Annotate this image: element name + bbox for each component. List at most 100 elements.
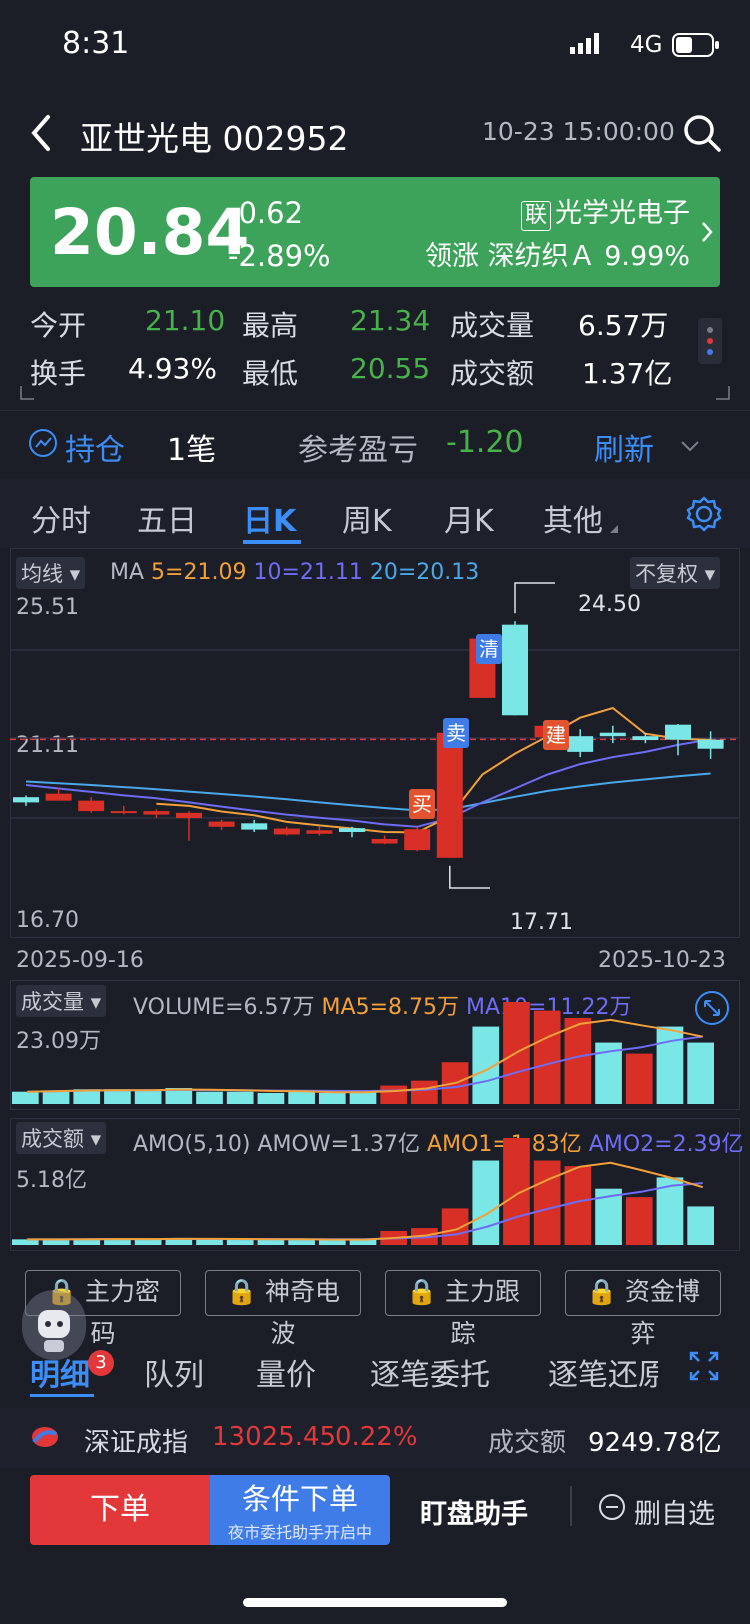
detail-badge: 3	[88, 1350, 114, 1376]
change-percent: -2.89%	[228, 239, 331, 273]
volume-bar	[196, 1091, 223, 1104]
index-amt-label: 成交额	[488, 1428, 567, 1458]
conditional-order-button[interactable]: 条件下单 夜市委托助手开启中	[210, 1475, 390, 1545]
amount-bar	[503, 1138, 530, 1245]
leader-percent: 9.99%	[604, 241, 690, 272]
change-value: -0.62	[228, 196, 304, 230]
amount-bar	[226, 1239, 254, 1245]
stat-vol-label: 成交量	[450, 309, 535, 342]
tab-daily-k[interactable]: 日K	[243, 496, 296, 540]
stat-amt-label: 成交额	[450, 357, 535, 390]
divider	[0, 410, 750, 411]
stat-vol: 6.57万	[578, 309, 669, 342]
candle-body	[306, 830, 333, 834]
home-indicator[interactable]	[243, 1598, 507, 1607]
tab-tick-order[interactable]: 逐笔委托	[370, 1350, 490, 1394]
szse-logo-icon	[30, 1422, 60, 1456]
tab-five-day[interactable]: 五日	[137, 496, 197, 540]
stat-open: 21.10	[145, 304, 226, 337]
cond-order-label: 条件下单	[241, 1482, 358, 1516]
candle-body	[241, 823, 268, 830]
volume-bar	[656, 1026, 684, 1104]
gear-icon[interactable]	[686, 496, 722, 536]
volume-bar	[134, 1090, 162, 1104]
sell-flag[interactable]: 卖	[443, 718, 469, 748]
status-bar: 8:31 4G	[0, 0, 750, 95]
candle-body	[599, 732, 626, 737]
candle-body	[208, 821, 235, 827]
leader-name: 深纺织Ａ	[487, 241, 596, 272]
pnl-value: -1.20	[446, 425, 524, 460]
volume-bar	[533, 1010, 561, 1104]
corner-bracket-left-icon	[20, 385, 34, 404]
tool-main-track[interactable]: 🔒 主力跟踪	[385, 1270, 541, 1348]
search-icon[interactable]	[682, 113, 722, 157]
sector-name: 光学光电子	[555, 198, 690, 229]
order-button[interactable]: 下单	[30, 1475, 210, 1545]
more-dots-icon[interactable]	[698, 318, 722, 364]
cond-order-sub: 夜市委托助手开启中	[227, 1523, 372, 1542]
remove-watchlist-button[interactable]: 删自选	[634, 1492, 715, 1531]
candle-body	[13, 797, 39, 803]
refresh-button[interactable]: 刷新	[594, 425, 654, 469]
high-label: 24.50	[578, 592, 641, 617]
candle-body	[632, 736, 659, 741]
stat-turn-label: 换手	[30, 357, 87, 390]
candle-body	[502, 624, 528, 716]
tab-detail[interactable]: 明细	[30, 1350, 90, 1394]
tab-queue[interactable]: 队列	[144, 1350, 204, 1394]
clear-flag[interactable]: 清	[476, 634, 502, 664]
candle-body	[567, 736, 594, 752]
index-name: 深证成指	[84, 1428, 189, 1458]
signal-icon	[570, 32, 606, 58]
lock-icon: 🔒	[405, 1277, 438, 1306]
fullscreen-icon[interactable]	[688, 1350, 720, 1386]
tool-label: 主力跟踪	[445, 1277, 521, 1348]
tab-other[interactable]: 其他	[543, 496, 603, 540]
amount-bar	[564, 1166, 592, 1245]
tool-label: 主力密码	[85, 1277, 161, 1348]
tool-capital-game[interactable]: 🔒 资金博弈	[565, 1270, 721, 1348]
stat-high-label: 最高	[242, 309, 299, 342]
watch-assistant-button[interactable]: 盯盘助手	[420, 1492, 528, 1531]
tab-monthly-k[interactable]: 月K	[444, 496, 494, 540]
volume-bar	[257, 1092, 285, 1104]
tab-tick-restore[interactable]: 逐笔还原	[548, 1350, 658, 1394]
date-end: 2025-10-23	[598, 948, 726, 973]
tab-underline	[243, 540, 301, 544]
candle-body	[665, 724, 691, 740]
amount-bar	[472, 1160, 500, 1245]
build-flag[interactable]: 建	[543, 720, 569, 750]
candle-body	[176, 812, 202, 819]
leader-label: 领涨	[425, 241, 480, 272]
amount-bar	[134, 1239, 162, 1245]
tab-weekly-k[interactable]: 周K	[342, 496, 392, 540]
chevron-right-icon[interactable]	[700, 220, 714, 248]
buy-flag[interactable]: 买	[409, 789, 435, 819]
tab-intraday[interactable]: 分时	[31, 496, 91, 540]
price-change: -0.62 -2.89%	[228, 192, 331, 278]
minus-circle-icon[interactable]	[598, 1493, 626, 1525]
tool-magic-wave[interactable]: 🔒 神奇电波	[205, 1270, 361, 1348]
corner-bracket-right-icon	[716, 385, 730, 404]
candle-body	[78, 800, 105, 812]
sector-info[interactable]: 联光学光电子 领涨 深纺织Ａ 9.99%	[420, 192, 690, 278]
volume-chart[interactable]	[10, 980, 740, 1110]
stat-low-label: 最低	[242, 357, 299, 390]
volume-bar	[687, 1042, 714, 1104]
amount-bar	[196, 1239, 223, 1245]
position-label[interactable]: 持仓	[65, 425, 125, 469]
amount-bar	[687, 1206, 714, 1245]
corner-triangle-icon	[610, 525, 618, 533]
pnl-label: 参考盈亏	[298, 433, 418, 468]
volume-bar	[104, 1089, 131, 1104]
status-time: 8:31	[62, 26, 130, 61]
back-icon[interactable]	[28, 113, 54, 157]
candle-body	[339, 828, 365, 833]
candle-body	[110, 811, 137, 814]
amount-chart[interactable]	[10, 1118, 740, 1251]
candle-body	[404, 829, 431, 851]
volume-bar	[42, 1090, 70, 1104]
tab-volume-price[interactable]: 量价	[256, 1350, 316, 1394]
chevron-down-icon[interactable]	[680, 438, 700, 457]
